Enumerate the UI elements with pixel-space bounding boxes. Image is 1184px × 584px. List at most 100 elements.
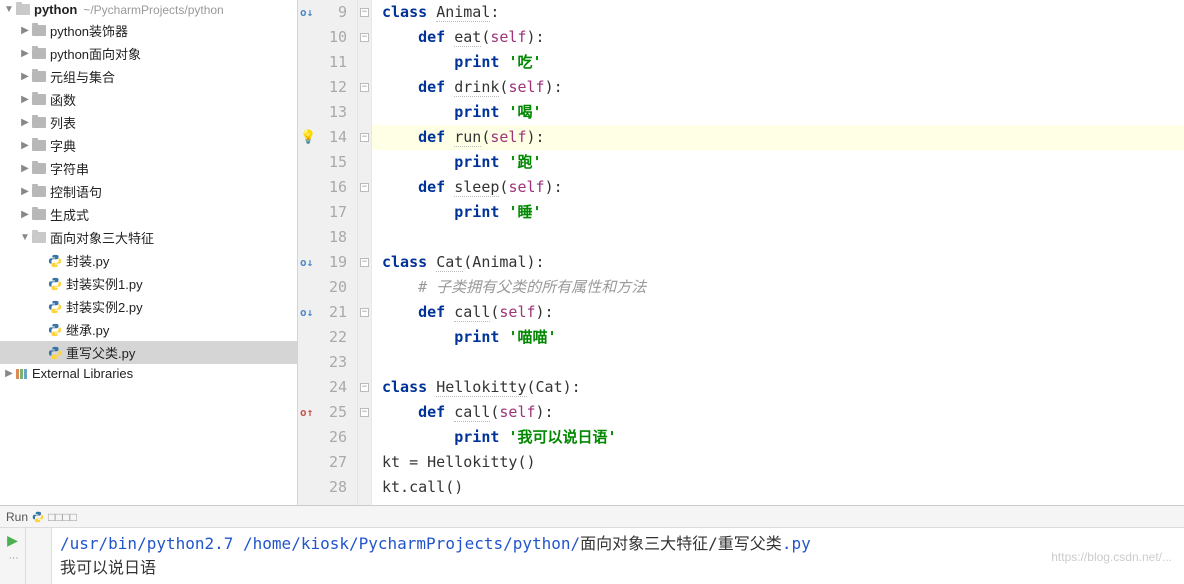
fold-toggle[interactable]: −	[360, 83, 369, 92]
more-icon[interactable]: ⋯	[9, 553, 17, 564]
chevron-right-icon[interactable]: ▶	[20, 94, 30, 105]
code-line[interactable]: print '吃'	[372, 50, 1184, 75]
folder-label: python装饰器	[50, 21, 128, 40]
tree-folder[interactable]: ▶ python面向对象	[0, 42, 297, 65]
python-file-icon	[48, 323, 62, 337]
folder-label: 控制语句	[50, 182, 102, 201]
tree-folder[interactable]: ▶ 函数	[0, 88, 297, 111]
code-line[interactable]: kt = Hellokitty()	[372, 450, 1184, 475]
file-label: 封装实例2.py	[66, 297, 143, 316]
tree-file[interactable]: 继承.py	[0, 318, 297, 341]
run-button[interactable]: ▶	[7, 532, 18, 549]
code-line[interactable]: def sleep(self):	[372, 175, 1184, 200]
folder-label: 生成式	[50, 205, 89, 224]
code-line[interactable]: def eat(self):	[372, 25, 1184, 50]
lightbulb-icon[interactable]: 💡	[300, 125, 316, 150]
code-line[interactable]: # 子类拥有父类的所有属性和方法	[372, 275, 1184, 300]
tree-folder[interactable]: ▶ 字符串	[0, 157, 297, 180]
fold-toggle[interactable]: −	[360, 258, 369, 267]
code-line[interactable]	[372, 225, 1184, 250]
fold-toggle[interactable]: −	[360, 133, 369, 142]
fold-toggle[interactable]: −	[360, 408, 369, 417]
tree-folder-open[interactable]: ▼ 面向对象三大特征	[0, 226, 297, 249]
code-line[interactable]: print '跑'	[372, 150, 1184, 175]
file-label: 重写父类.py	[66, 343, 135, 362]
root-path: ~/PycharmProjects/python	[83, 3, 223, 17]
fold-toggle[interactable]: −	[360, 8, 369, 17]
code-line[interactable]: print '喵喵'	[372, 325, 1184, 350]
tree-folder[interactable]: ▶ 列表	[0, 111, 297, 134]
output-text[interactable]: /usr/bin/python2.7 /home/kiosk/PycharmPr…	[52, 528, 1184, 584]
chevron-down-icon[interactable]: ▼	[20, 232, 30, 243]
chevron-right-icon[interactable]: ▶	[20, 209, 30, 220]
line-gutter[interactable]: o↓910111213💡1415161718o↓1920o↓21222324o↑…	[298, 0, 358, 505]
folder-label: 函数	[50, 90, 76, 109]
library-icon	[16, 369, 28, 379]
folder-label: 列表	[50, 113, 76, 132]
external-libraries[interactable]: ▶ External Libraries	[0, 364, 297, 383]
code-line[interactable]: print '我可以说日语'	[372, 425, 1184, 450]
code-line[interactable]: class Cat(Animal):	[372, 250, 1184, 275]
output-toolbar: ▶ ⋯	[0, 528, 26, 584]
folder-icon	[32, 163, 46, 174]
python-file-icon	[48, 254, 62, 268]
override-up-icon[interactable]: o↑	[300, 400, 313, 425]
tree-folder[interactable]: ▶ 控制语句	[0, 180, 297, 203]
tree-folder[interactable]: ▶ 元组与集合	[0, 65, 297, 88]
fold-column[interactable]: − − − − − − − − −	[358, 0, 372, 505]
folder-label: 字符串	[50, 159, 89, 178]
code-line[interactable]: print '喝'	[372, 100, 1184, 125]
code-area[interactable]: class Animal: def eat(self): print '吃' d…	[372, 0, 1184, 505]
fold-toggle[interactable]: −	[360, 383, 369, 392]
project-tree[interactable]: ▼ python ~/PycharmProjects/python ▶ pytho…	[0, 0, 298, 505]
chevron-down-icon[interactable]: ▼	[4, 4, 14, 15]
run-label: Run	[6, 510, 28, 524]
chevron-right-icon[interactable]: ▶	[20, 25, 30, 36]
tree-folder[interactable]: ▶ 生成式	[0, 203, 297, 226]
code-editor[interactable]: o↓910111213💡1415161718o↓1920o↓21222324o↑…	[298, 0, 1184, 505]
code-line[interactable]: class Hellokitty(Cat):	[372, 375, 1184, 400]
folder-label: 面向对象三大特征	[50, 228, 154, 247]
folder-icon	[32, 48, 46, 59]
code-line[interactable]: kt.call()	[372, 475, 1184, 500]
code-line[interactable]: class Animal:	[372, 0, 1184, 25]
override-down-icon[interactable]: o↓	[300, 250, 313, 275]
chevron-right-icon[interactable]: ▶	[20, 186, 30, 197]
code-line[interactable]: def call(self):	[372, 400, 1184, 425]
chevron-right-icon[interactable]: ▶	[20, 71, 30, 82]
python-file-icon	[48, 346, 62, 360]
folder-icon	[32, 140, 46, 151]
fold-toggle[interactable]: −	[360, 308, 369, 317]
python-icon	[32, 511, 44, 523]
python-file-icon	[48, 277, 62, 291]
code-line[interactable]: def drink(self):	[372, 75, 1184, 100]
tree-file[interactable]: 封装.py	[0, 249, 297, 272]
chevron-right-icon[interactable]: ▶	[4, 368, 14, 379]
override-down-icon[interactable]: o↓	[300, 0, 313, 25]
tree-folder[interactable]: ▶ python装饰器	[0, 19, 297, 42]
run-toolbar: Run □□□□	[0, 505, 1184, 527]
tree-root[interactable]: ▼ python ~/PycharmProjects/python	[0, 0, 297, 19]
code-line[interactable]	[372, 350, 1184, 375]
chevron-right-icon[interactable]: ▶	[20, 163, 30, 174]
chevron-right-icon[interactable]: ▶	[20, 117, 30, 128]
folder-label: 字典	[50, 136, 76, 155]
tree-file[interactable]: 封装实例1.py	[0, 272, 297, 295]
code-line[interactable]: def run(self):	[372, 125, 1184, 150]
chevron-right-icon[interactable]: ▶	[20, 140, 30, 151]
fold-toggle[interactable]: −	[360, 183, 369, 192]
code-line[interactable]: print '睡'	[372, 200, 1184, 225]
folder-label: 元组与集合	[50, 67, 115, 86]
folder-label: python面向对象	[50, 44, 141, 63]
override-down-icon[interactable]: o↓	[300, 300, 313, 325]
tree-file[interactable]: 重写父类.py	[0, 341, 297, 364]
folder-icon	[32, 94, 46, 105]
fold-toggle[interactable]: −	[360, 33, 369, 42]
tree-folder[interactable]: ▶ 字典	[0, 134, 297, 157]
tree-file[interactable]: 封装实例2.py	[0, 295, 297, 318]
folder-icon	[32, 117, 46, 128]
folder-icon	[32, 71, 46, 82]
folder-icon	[32, 209, 46, 220]
chevron-right-icon[interactable]: ▶	[20, 48, 30, 59]
code-line[interactable]: def call(self):	[372, 300, 1184, 325]
